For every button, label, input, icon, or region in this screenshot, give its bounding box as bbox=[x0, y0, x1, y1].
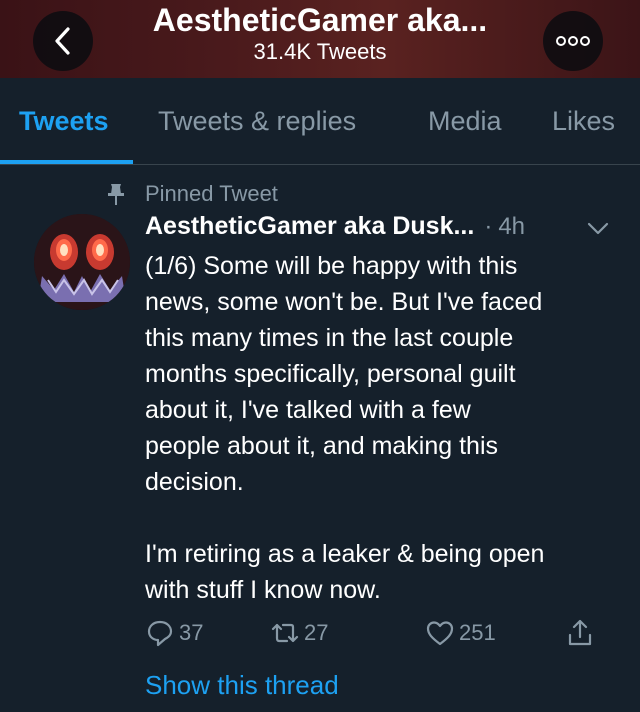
retweet-icon bbox=[271, 623, 299, 643]
reply-icon bbox=[147, 620, 173, 647]
reply-button[interactable]: 37 bbox=[145, 618, 203, 648]
tweet-time[interactable]: 4h bbox=[498, 213, 525, 241]
like-count: 251 bbox=[459, 620, 496, 645]
tab-tweets[interactable]: Tweets bbox=[19, 106, 109, 137]
tweet-actions: 37 27 251 bbox=[145, 618, 605, 654]
tweet-body: (1/6) Some will be happy with this news,… bbox=[145, 248, 625, 608]
share-icon bbox=[568, 619, 592, 646]
profile-tabs: Tweets Tweets & replies Media Likes bbox=[0, 78, 640, 165]
pinned-label: Pinned Tweet bbox=[145, 181, 278, 206]
retweet-count: 27 bbox=[304, 620, 329, 645]
profile-header: AestheticGamer aka... 31.4K Tweets bbox=[0, 0, 640, 78]
more-options-button[interactable] bbox=[543, 11, 603, 71]
chevron-down-icon[interactable] bbox=[586, 220, 610, 238]
back-button[interactable] bbox=[33, 11, 93, 71]
avatar-image bbox=[34, 214, 130, 310]
tab-likes[interactable]: Likes bbox=[552, 106, 615, 137]
retweet-button[interactable]: 27 bbox=[270, 618, 328, 648]
tweet-paragraph: I'm retiring as a leaker & being open wi… bbox=[145, 540, 545, 604]
share-button[interactable] bbox=[565, 618, 595, 648]
pin-icon bbox=[108, 184, 124, 205]
avatar[interactable] bbox=[34, 214, 130, 310]
show-thread-link[interactable]: Show this thread bbox=[145, 670, 339, 701]
tab-tweets-and-replies[interactable]: Tweets & replies bbox=[158, 106, 356, 137]
tab-media[interactable]: Media bbox=[428, 106, 502, 137]
chevron-left-icon bbox=[55, 27, 70, 55]
tweet-paragraph: (1/6) Some will be happy with this news,… bbox=[145, 252, 543, 496]
like-button[interactable]: 251 bbox=[425, 618, 496, 648]
active-tab-indicator bbox=[0, 160, 133, 164]
tweet-count: 31.4K Tweets bbox=[253, 39, 387, 64]
separator-dot: · bbox=[484, 213, 493, 240]
reply-count: 37 bbox=[179, 620, 204, 645]
heart-icon bbox=[426, 621, 454, 646]
author-name[interactable]: AestheticGamer aka Dusk... bbox=[145, 212, 474, 241]
more-icon bbox=[556, 36, 590, 46]
profile-name-title: AestheticGamer aka... bbox=[152, 2, 488, 38]
tweet-header: AestheticGamer aka Dusk... · 4h bbox=[145, 212, 525, 244]
pinned-indicator: Pinned Tweet bbox=[105, 180, 278, 208]
